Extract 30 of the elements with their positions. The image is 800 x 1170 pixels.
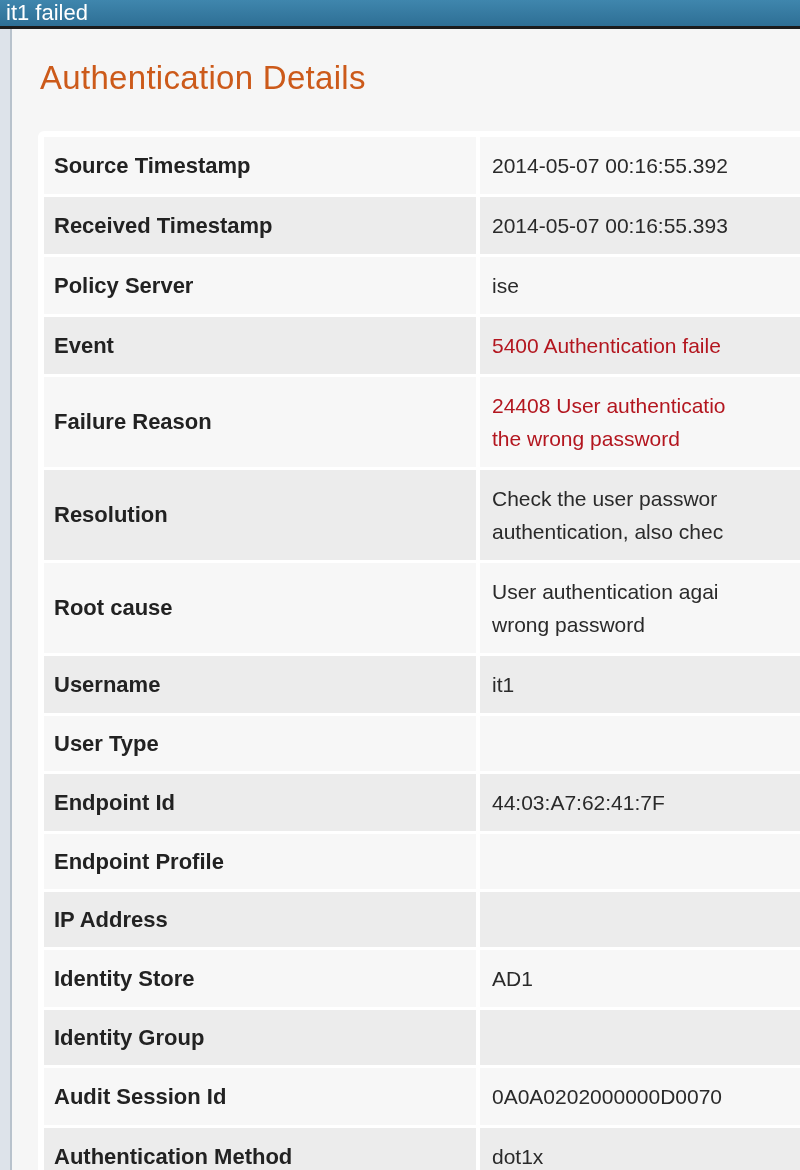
field-label: Received Timestamp (44, 197, 476, 254)
field-value: 2014-05-07 00:16:55.393 (480, 197, 800, 254)
field-value: ise (480, 257, 800, 314)
field-value: 44:03:A7:62:41:7F (480, 774, 800, 831)
field-value: AD1 (480, 950, 800, 1007)
field-label: Endpoint Profile (44, 834, 476, 889)
field-value: 5400 Authentication faile (480, 317, 800, 374)
field-label: Endpoint Id (44, 774, 476, 831)
field-label: Policy Server (44, 257, 476, 314)
field-value: it1 (480, 656, 800, 713)
field-label: Source Timestamp (44, 137, 476, 194)
field-label: Identity Store (44, 950, 476, 1007)
field-label: IP Address (44, 892, 476, 947)
field-value: User authentication agai wrong password (480, 563, 800, 653)
field-value: 24408 User authenticatio the wrong password (480, 377, 800, 467)
field-value: 2014-05-07 00:16:55.392 (480, 137, 800, 194)
section-heading: Authentication Details (40, 59, 367, 97)
field-value: 0A0A0202000000D0070 (480, 1068, 800, 1125)
field-label: Username (44, 656, 476, 713)
field-label: Audit Session Id (44, 1068, 476, 1125)
window-title: it1 failed (6, 0, 88, 26)
field-label: Event (44, 317, 476, 374)
field-value: Check the user passwor authentication, also chec (480, 470, 800, 560)
field-label: Root cause (44, 563, 476, 653)
field-label: Identity Group (44, 1010, 476, 1065)
field-label: Authentication Method (44, 1128, 476, 1170)
field-value: dot1x (480, 1128, 800, 1170)
field-label: Failure Reason (44, 377, 476, 467)
field-label: Resolution (44, 470, 476, 560)
field-label: User Type (44, 716, 476, 771)
